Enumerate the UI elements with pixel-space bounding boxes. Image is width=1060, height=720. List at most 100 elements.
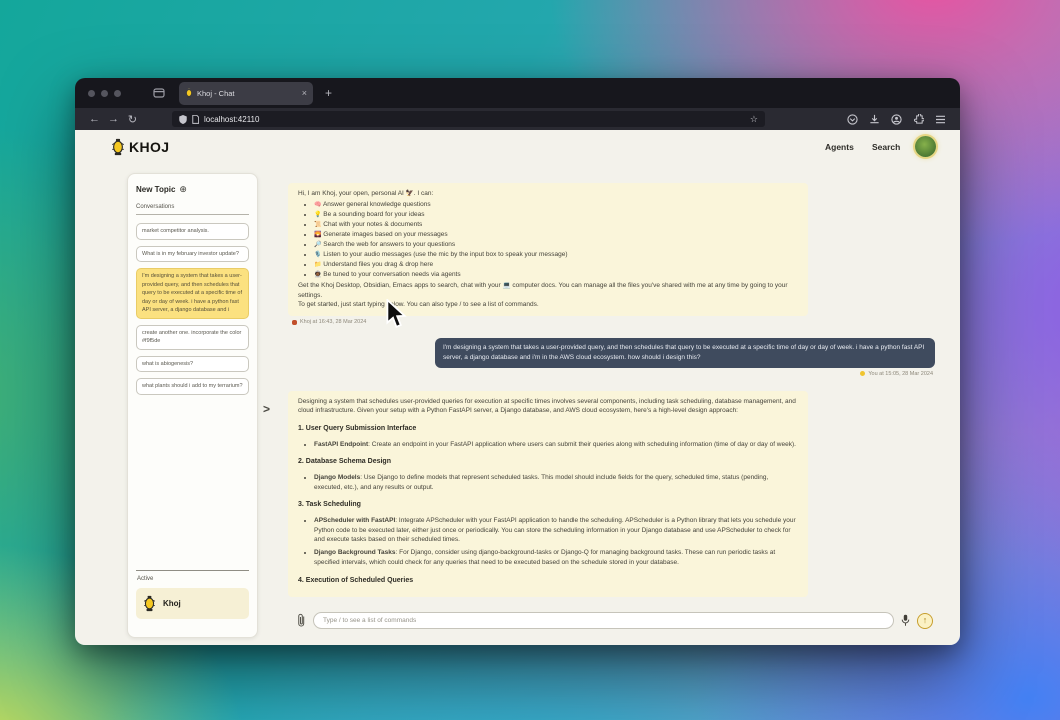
address-bar[interactable]: localhost:42110 ☆: [172, 111, 765, 127]
new-topic-button[interactable]: New Topic ⊕: [136, 184, 249, 195]
bullet-emoji-icon: 👩🏾‍🚀: [314, 272, 321, 278]
user-message: I'm designing a system that takes a user…: [435, 338, 935, 368]
active-agent-item[interactable]: Khoj: [136, 588, 249, 619]
response-section: 2. Database Schema Design Django Models:…: [298, 457, 798, 492]
welcome-bullet-list: 🧠 Answer general knowledge questions 💡 B…: [314, 200, 798, 280]
url-text[interactable]: localhost:42110: [204, 115, 745, 124]
conversation-item[interactable]: what plants should i add to my terrarium…: [136, 378, 249, 395]
bullet-term: Django Models: [314, 474, 360, 481]
response-section: 1. User Query Submission Interface FastA…: [298, 424, 798, 449]
bullet-emoji-icon: 📜: [314, 222, 321, 228]
khoj-logo[interactable]: KHOJ: [111, 138, 170, 156]
browser-tab-strip: Khoj - Chat × +: [75, 78, 960, 108]
bullet-text: Be a sounding board for your ideas: [323, 211, 424, 218]
reload-button[interactable]: ↻: [123, 113, 142, 126]
bullet-text: Understand files you drag & drop here: [323, 261, 433, 268]
conversation-label: create another one. incorporate the colo…: [142, 330, 241, 345]
account-icon[interactable]: [891, 114, 902, 125]
browser-tab-khoj-chat[interactable]: Khoj - Chat ×: [179, 82, 313, 105]
section-heading: 4. Execution of Scheduled Queries: [298, 576, 798, 587]
conversations-sidebar: New Topic ⊕ Conversations market competi…: [127, 173, 258, 638]
shield-icon[interactable]: [179, 115, 187, 124]
section-heading: 2. Database Schema Design: [298, 457, 798, 468]
conversation-item[interactable]: create another one. incorporate the colo…: [136, 325, 249, 350]
user-avatar[interactable]: [915, 136, 936, 157]
conversation-label: what plants should i add to my terrarium…: [142, 383, 243, 389]
chat-thread: Hi, I am Khoj, your open, personal AI 🦅.…: [288, 183, 935, 597]
tab-close-icon[interactable]: ×: [302, 89, 307, 98]
agents-link[interactable]: Agents: [825, 142, 854, 152]
forward-button[interactable]: →: [104, 113, 123, 125]
zoom-window-icon[interactable]: [114, 90, 121, 97]
welcome-bullet: 🎙️ Listen to your audio messages (use th…: [314, 250, 798, 260]
welcome-bullet: 📜 Chat with your notes & documents: [314, 220, 798, 230]
sidebar-collapse-toggle[interactable]: >: [263, 402, 270, 416]
browser-window: Khoj - Chat × + ← → ↻ localhost:42110 ☆: [75, 78, 960, 645]
section-bullets: FastAPI Endpoint: Create an endpoint in …: [314, 440, 798, 450]
bullet-emoji-icon: 🌄: [314, 232, 321, 238]
lantern-icon: [111, 138, 125, 156]
menu-icon[interactable]: [935, 115, 946, 124]
user-message-meta: You at 15:05, 28 Mar 2024: [860, 371, 933, 377]
conversation-label: market competitor analysis.: [142, 228, 209, 234]
welcome-outro-1: Get the Khoj Desktop, Obsidian, Emacs ap…: [298, 281, 798, 301]
bookmark-star-icon[interactable]: ☆: [750, 114, 758, 125]
response-section: 4. Execution of Scheduled Queries: [298, 576, 798, 587]
tab-title: Khoj - Chat: [197, 89, 298, 98]
bullet-text: Search the web for answers to your quest…: [323, 241, 455, 248]
welcome-intro: Hi, I am Khoj, your open, personal AI 🦅.…: [298, 189, 798, 199]
welcome-bullet: 🔎 Search the web for answers to your que…: [314, 240, 798, 250]
close-window-icon[interactable]: [88, 90, 95, 97]
section-bullets: APScheduler with FastAPI: Integrate APSc…: [314, 516, 798, 568]
response-section: 3. Task Scheduling APScheduler with Fast…: [298, 500, 798, 567]
bullet-text: Listen to your audio messages (use the m…: [323, 251, 567, 258]
pocket-icon[interactable]: [847, 114, 858, 125]
welcome-bullet: 📁 Understand files you drag & drop here: [314, 260, 798, 270]
bullet-term: Django Background Tasks: [314, 549, 396, 556]
window-controls[interactable]: [75, 90, 121, 97]
page-info-icon[interactable]: [192, 115, 199, 124]
bullet-emoji-icon: 🧠: [314, 202, 321, 208]
section-bullet: Django Background Tasks: For Django, con…: [314, 548, 798, 568]
conversation-item[interactable]: I'm designing a system that takes a user…: [136, 268, 249, 319]
plus-circle-icon: ⊕: [179, 184, 187, 195]
welcome-bullet: 🌄 Generate images based on your messages: [314, 230, 798, 240]
bullet-body: : Use Django to define models that repre…: [314, 474, 768, 491]
conversation-label: I'm designing a system that takes a user…: [142, 273, 242, 313]
welcome-bullet: 💡 Be a sounding board for your ideas: [314, 210, 798, 220]
khoj-welcome-message: Hi, I am Khoj, your open, personal AI 🦅.…: [288, 183, 808, 316]
search-link[interactable]: Search: [872, 142, 900, 152]
bullet-text: Answer general knowledge questions: [323, 201, 431, 208]
khoj-favicon-icon: [185, 88, 193, 98]
new-tab-button[interactable]: +: [325, 86, 332, 100]
firefox-view-icon[interactable]: [153, 87, 165, 99]
conversation-item[interactable]: what is abiogenesis?: [136, 356, 249, 373]
section-bullet: Django Models: Use Django to define mode…: [314, 473, 798, 493]
conversation-list: market competitor analysis. What is in m…: [136, 223, 249, 395]
bullet-emoji-icon: 🔎: [314, 242, 321, 248]
attach-file-icon[interactable]: [297, 613, 306, 628]
bullet-text: Be tuned to your conversation needs via …: [323, 271, 460, 278]
conversation-item[interactable]: What is in my february investor update?: [136, 246, 249, 263]
bullet-text: Generate images based on your messages: [323, 231, 447, 238]
extensions-icon[interactable]: [913, 114, 924, 125]
conversation-item[interactable]: market competitor analysis.: [136, 223, 249, 240]
chat-composer: ↑: [297, 612, 933, 629]
microphone-icon[interactable]: [901, 614, 910, 627]
downloads-icon[interactable]: [869, 114, 880, 125]
minimize-window-icon[interactable]: [101, 90, 108, 97]
active-heading: Active: [137, 576, 153, 582]
send-button[interactable]: ↑: [917, 613, 933, 629]
conversation-label: what is abiogenesis?: [142, 361, 193, 367]
chat-input[interactable]: [313, 612, 894, 629]
back-button[interactable]: ←: [85, 113, 104, 125]
khoj-message-timestamp: Khoj at 16:43, 28 Mar 2024: [300, 319, 366, 325]
section-heading: 1. User Query Submission Interface: [298, 424, 798, 435]
bullet-emoji-icon: 💡: [314, 212, 321, 218]
conversations-heading: Conversations: [136, 204, 249, 215]
khoj-response-message: Designing a system that schedules user-p…: [288, 391, 808, 598]
welcome-bullet: 🧠 Answer general knowledge questions: [314, 200, 798, 210]
section-bullet: APScheduler with FastAPI: Integrate APSc…: [314, 516, 798, 545]
conversation-label: What is in my february investor update?: [142, 251, 239, 257]
welcome-outro-2: To get started, just start typing below.…: [298, 300, 798, 310]
